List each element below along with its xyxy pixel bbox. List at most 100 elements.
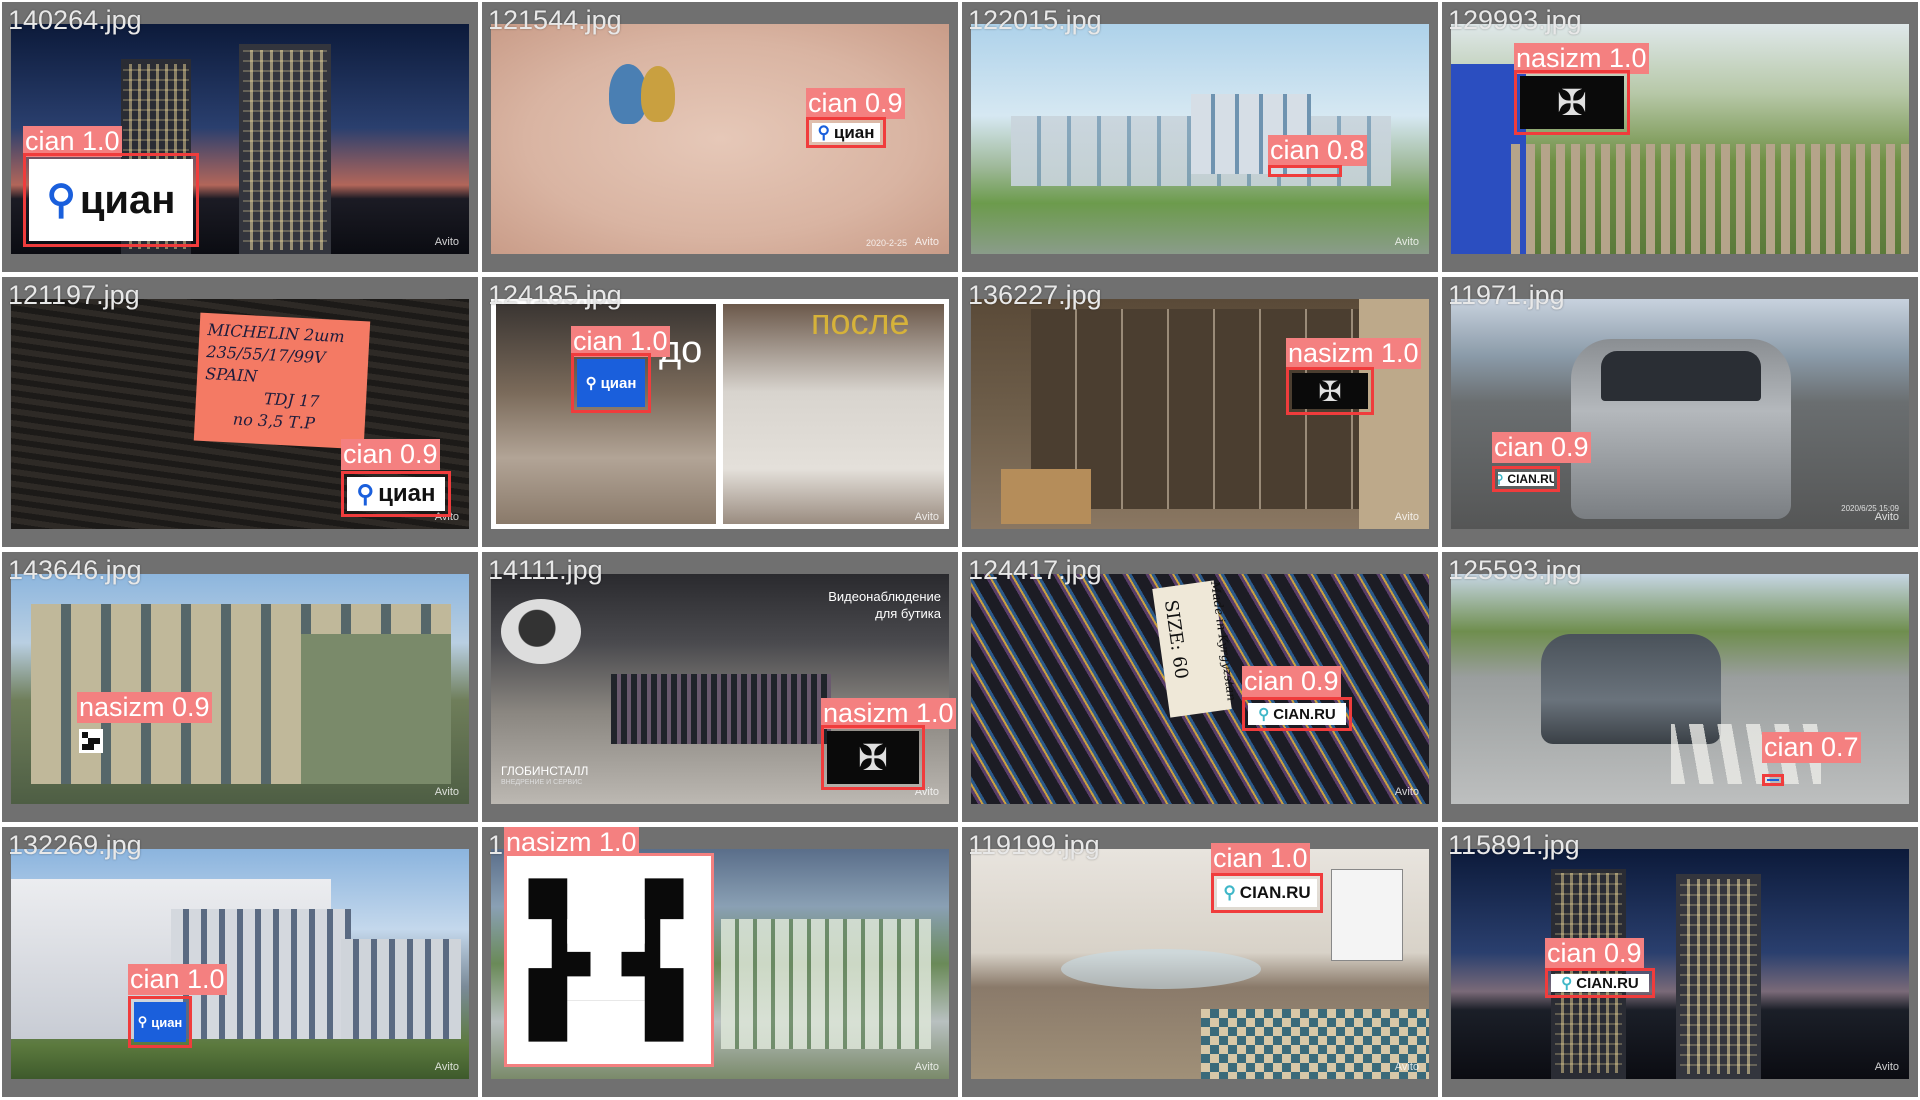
tile-11971[interactable]: Avito 2020/6/25 15:09 11971.jpg cian 0.9… [1442, 277, 1918, 547]
table [1061, 949, 1261, 989]
detection-cian: cian 0.9 ⚲ CIAN.RU [1242, 666, 1352, 731]
photo-timestamp: 2020/6/25 15:09 [1841, 504, 1899, 513]
promo-text-1: Видеонаблюдение [828, 589, 941, 604]
avito-watermark: Avito [1394, 236, 1419, 248]
detection-cian: cian 0.8 [1268, 135, 1367, 177]
file-name: 132269.jpg [8, 830, 142, 860]
cian-logo-text: циан [79, 177, 176, 222]
photo: до после Avito [491, 299, 949, 529]
detection-label: cian 1.0 [128, 964, 227, 995]
tile-124185[interactable]: до после Avito 124185.jpg cian 1.0 ⚲ циан [482, 277, 958, 547]
detection-label: nasizm 0.9 [77, 692, 212, 723]
cian-pin-icon: ⚲ [1223, 883, 1236, 902]
price-sign: MICHELIN 2шт 235/55/17/99V SPAIN TDJ 17 … [193, 312, 371, 450]
avito-watermark: Avito [434, 1061, 459, 1073]
detection-cian: cian 0.9 ⚲ циан [341, 439, 451, 517]
cian-pin-icon: ⚲ [1258, 706, 1270, 723]
cian-pin-icon: ⚲ [585, 375, 597, 392]
detection-nasizm: nasizm 1.0 ✠ [1514, 43, 1649, 135]
eagle-emblem-icon: ✠ [1292, 373, 1368, 409]
detection-nasizm: nasizm 0.9 [77, 692, 231, 753]
tile-122015[interactable]: Avito 122015.jpg cian 0.8 [962, 2, 1438, 272]
promo-text-2: для бутика [875, 606, 941, 621]
file-name: 129993.jpg [1448, 5, 1582, 35]
file-name: 136227.jpg [968, 280, 1102, 310]
avito-watermark: Avito [1874, 1061, 1899, 1073]
cian-logo-text: CIAN.RU [1576, 974, 1639, 992]
tile-121197[interactable]: MICHELIN 2шт 235/55/17/99V SPAIN TDJ 17 … [2, 277, 478, 547]
avito-watermark: Avito [914, 1061, 939, 1073]
detection-cian: cian 0.9 ⚲ CIAN.RU [1492, 432, 1592, 492]
photo: Avito [11, 849, 469, 1079]
cian-logo-text: циан [600, 374, 637, 392]
file-name: 140264.jpg [8, 5, 142, 35]
tile-140264[interactable]: Avito 140264.jpg cian 1.0 ⚲ циан [2, 2, 478, 272]
cian-pin-icon: ⚲ [356, 480, 375, 508]
avito-watermark: Avito [434, 236, 459, 248]
photo: Avito [11, 574, 469, 804]
tile-132269[interactable]: Avito 132269.jpg cian 1.0 ⚲ циан [2, 827, 478, 1097]
detection-label: cian 0.9 [806, 88, 905, 119]
detection-label: cian 0.9 [341, 439, 440, 470]
detection-cian: cian 0.9 ⚲ циан [806, 88, 905, 148]
tile-121544[interactable]: Avito 2020-2-25 121544.jpg cian 0.9 ⚲ циа… [482, 2, 958, 272]
swastika-icon [513, 862, 705, 1058]
detection-nasizm: nasizm 1.0 [504, 827, 714, 1067]
avito-watermark: Avito [914, 236, 939, 248]
tile-119199[interactable]: Avito 119199.jpg cian 1.0 ⚲ CIAN.RU [962, 827, 1438, 1097]
photo: Avito [1451, 849, 1909, 1079]
tile-125593[interactable]: 125593.jpg cian 0.7 [1442, 552, 1918, 822]
photo: Avito [971, 849, 1429, 1079]
photo-timestamp: 2020-2-25 [865, 238, 907, 248]
detection-label: cian 0.9 [1545, 938, 1644, 969]
detection-label: cian 0.9 [1492, 432, 1591, 463]
detection-cian: cian 1.0 ⚲ циан [128, 964, 238, 1048]
cian-pin-icon: ⚲ [137, 1014, 148, 1029]
tile-14111[interactable]: Видеонаблюдение для бутика ГЛОБИНСТАЛЛ В… [482, 552, 958, 822]
detection-cian: cian 1.0 ⚲ циан [23, 126, 199, 247]
avito-watermark: Avito [1394, 511, 1419, 523]
cian-pin-icon: ⚲ [817, 123, 830, 142]
photo: Avito 2020/6/25 15:09 [1451, 299, 1909, 529]
file-name: 11971.jpg [1448, 280, 1565, 310]
swastika-icon [79, 729, 103, 753]
cian-logo-text: CIAN.RU [1273, 705, 1336, 723]
tile-swastika[interactable]: Avito 1 nasizm 1.0 [482, 827, 958, 1097]
tile-136227[interactable]: Avito 136227.jpg nasizm 1.0 ✠ [962, 277, 1438, 547]
detection-cian: cian 1.0 ⚲ циан [571, 326, 670, 413]
file-name: 14111.jpg [488, 555, 603, 585]
tile-143646[interactable]: Avito 143646.jpg nasizm 0.9 [2, 552, 478, 822]
file-name: 1 [488, 830, 504, 860]
detection-cian: cian 1.0 ⚲ CIAN.RU [1211, 843, 1341, 913]
cian-logo-text: циан [151, 1014, 183, 1030]
detection-nasizm: nasizm 1.0 ✠ [1286, 338, 1421, 415]
avito-watermark: Avito [1394, 1061, 1419, 1073]
tile-129993[interactable]: 129993.jpg nasizm 1.0 ✠ [1442, 2, 1918, 272]
cian-logo-text: циан [833, 123, 875, 142]
cian-logo-text: CIAN.RU [1239, 883, 1311, 902]
avito-watermark: Avito [1394, 786, 1419, 798]
eagle-emblem-icon: ✠ [1520, 76, 1624, 129]
file-name: 121544.jpg [488, 5, 622, 35]
eagle-emblem-icon: ✠ [827, 731, 919, 784]
cian-pin-icon: ⚲ [1498, 472, 1504, 486]
avito-watermark: Avito [434, 786, 459, 798]
tile-115891[interactable]: Avito 115891.jpg cian 0.9 ⚲ CIAN.RU [1442, 827, 1918, 1097]
company-logo: ГЛОБИНСТАЛЛ [501, 764, 589, 778]
file-name: 124185.jpg [488, 280, 622, 310]
cian-pin-icon: ⚲ [1561, 975, 1573, 992]
avito-watermark: Avito [914, 511, 939, 523]
tile-124417[interactable]: SIZE: 60 Made in Kyrgyzstan Avito 124417… [962, 552, 1438, 822]
after-text: после [811, 301, 910, 342]
company-tagline: ВНЕДРЕНИЕ И СЕРВИС [501, 779, 583, 786]
detection-cian: cian 0.7 [1762, 732, 1872, 788]
cian-logo-text: циан [378, 480, 436, 507]
file-name: 122015.jpg [968, 5, 1102, 35]
cian-logo-text: CIAN.RU [1507, 472, 1554, 486]
camera [501, 599, 581, 664]
file-name: 119199.jpg [968, 830, 1100, 860]
detection-nasizm: nasizm 1.0 ✠ [821, 698, 958, 790]
photo: SIZE: 60 Made in Kyrgyzstan Avito [971, 574, 1429, 804]
file-name: 121197.jpg [8, 280, 140, 310]
detection-label: cian 0.9 [1242, 666, 1341, 697]
